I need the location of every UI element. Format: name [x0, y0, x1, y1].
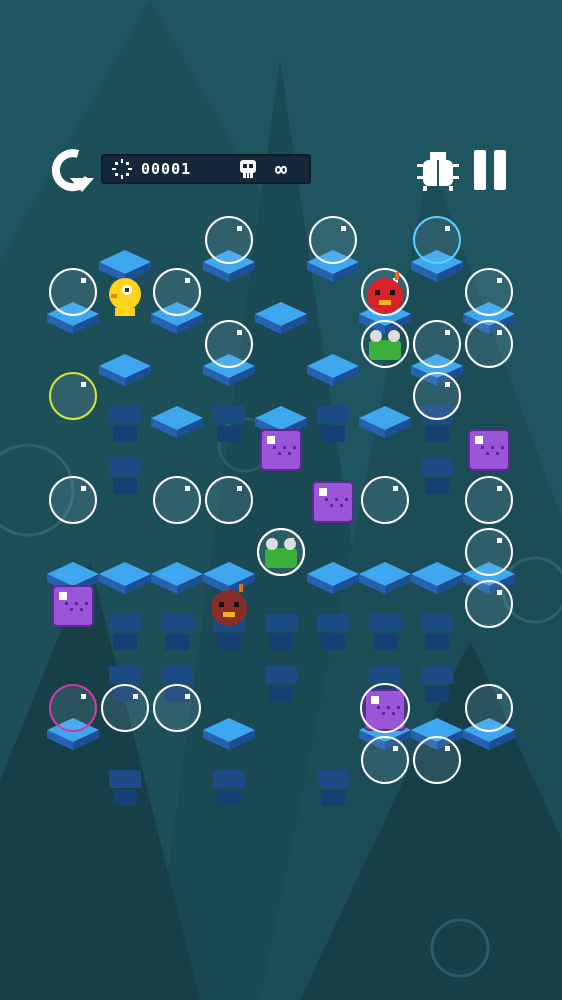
moves-counter-panel: 00001 ∞: [101, 154, 311, 184]
bubble: [465, 580, 513, 628]
bubble: [205, 476, 253, 524]
platform-tile: [359, 562, 411, 594]
stone-pillar: [317, 614, 349, 650]
pause-button[interactable]: [472, 150, 508, 190]
bubble: [205, 320, 253, 368]
bubble: [49, 476, 97, 524]
platform-tile: [151, 406, 203, 438]
bubble: [309, 216, 357, 264]
stone-pillar: [109, 458, 141, 494]
bubble: [361, 476, 409, 524]
stone-pillar: [421, 614, 453, 650]
platform-tile: [99, 562, 151, 594]
platform-tile: [359, 406, 411, 438]
dark-bomb-enemy: [211, 584, 247, 626]
stone-pillar: [317, 406, 349, 442]
stone-pillar: [213, 406, 245, 442]
bubble: [413, 372, 461, 420]
bubble: [465, 320, 513, 368]
lives-count: ∞: [275, 157, 289, 181]
platform-tile: [203, 562, 255, 594]
moves-count: 00001: [141, 160, 192, 178]
bubble: [413, 736, 461, 784]
bubble: [101, 684, 149, 732]
stone-pillar: [317, 770, 349, 806]
platform-tile: [99, 250, 151, 282]
magenta-bubble: [49, 684, 97, 732]
purple-cube-block: [52, 585, 94, 627]
bubble: [465, 268, 513, 316]
yellow-bubble: [49, 372, 97, 420]
bubble: [153, 476, 201, 524]
platform-tile: [255, 302, 307, 334]
bubble: [465, 476, 513, 524]
stone-pillar: [213, 770, 245, 806]
purple-cube-block: [312, 481, 354, 523]
bubble: [413, 320, 461, 368]
glowing-bubble: [413, 216, 461, 264]
skull-icon: [240, 160, 256, 178]
purple-cube-block: [468, 429, 510, 471]
restart-arrow-icon: [51, 149, 94, 192]
platform-tile: [411, 562, 463, 594]
stone-pillar: [369, 614, 401, 650]
pause-icon: [474, 150, 486, 190]
bug-button[interactable]: [415, 148, 461, 194]
bubble: [465, 684, 513, 732]
stone-pillar: [421, 666, 453, 702]
platform-tile: [151, 562, 203, 594]
purple-cube-block: [260, 429, 302, 471]
stone-pillar: [265, 666, 297, 702]
stone-pillar: [161, 614, 193, 650]
stone-pillar: [109, 770, 141, 806]
platform-tile: [307, 354, 359, 386]
player-character: [109, 278, 141, 316]
moves-dotted-circle-icon: [112, 159, 132, 179]
stone-pillar: [421, 458, 453, 494]
restart-button[interactable]: [48, 148, 98, 194]
bubble: [361, 736, 409, 784]
bubble: [205, 216, 253, 264]
purple-cube-block: [360, 683, 410, 733]
stone-pillar: [109, 406, 141, 442]
bug-icon: [417, 152, 459, 191]
bubble: [49, 268, 97, 316]
stone-pillar: [109, 614, 141, 650]
bubble: [153, 684, 201, 732]
platform-tile: [307, 562, 359, 594]
bubble: [465, 528, 513, 576]
stone-pillar: [265, 614, 297, 650]
pause-icon-bar: [494, 150, 506, 190]
platform-tile: [203, 718, 255, 750]
bubble: [153, 268, 201, 316]
platform-tile: [99, 354, 151, 386]
